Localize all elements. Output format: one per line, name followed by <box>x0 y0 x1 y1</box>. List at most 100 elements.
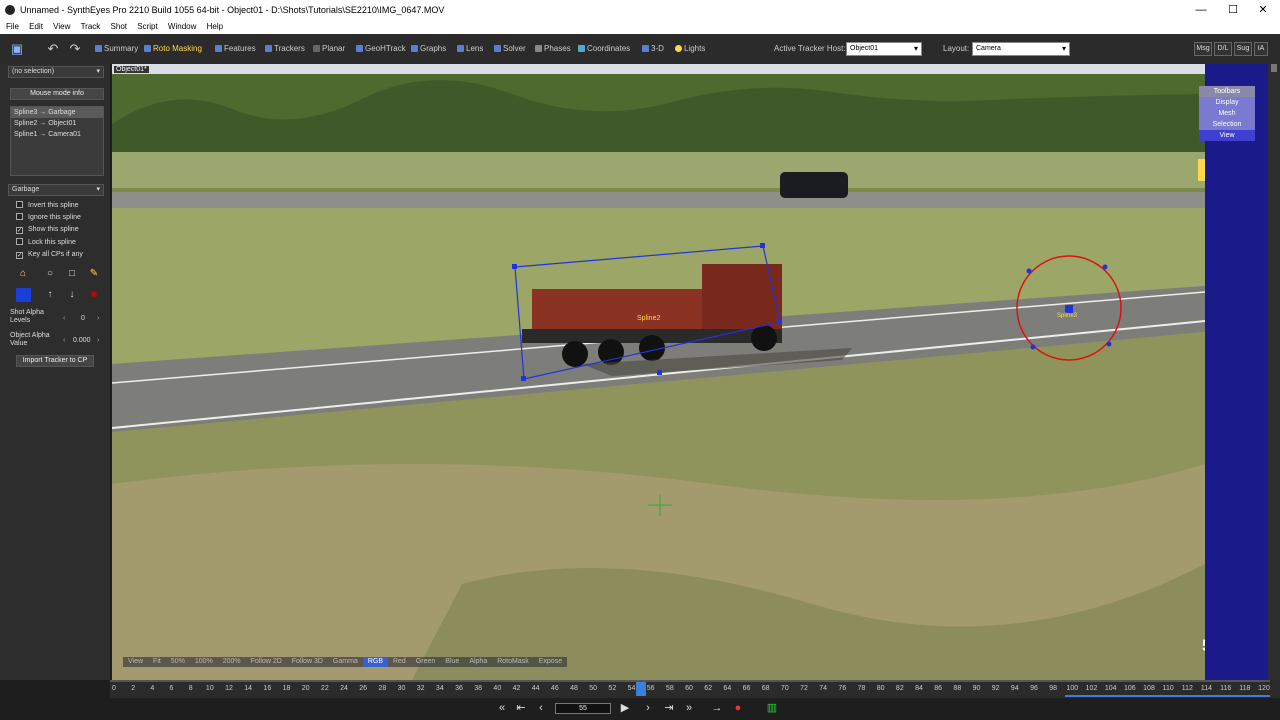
display-menu[interactable]: Display <box>1199 97 1255 108</box>
room-phases[interactable]: Phases <box>535 44 571 53</box>
selection-dropdown[interactable]: (no selection) <box>8 66 104 78</box>
menu-window[interactable]: Window <box>168 20 196 34</box>
zoom-100-button[interactable]: 100% <box>190 657 218 667</box>
layout-select[interactable]: Camera <box>972 42 1070 56</box>
timeline-bar[interactable]: 0 2 4 6 8 10 12 14 16 18 20 22 24 26 28 30 32 34 36 38 40 42 4… <box>110 680 1280 698</box>
wand-icon[interactable]: ✎ <box>88 268 100 280</box>
stepper-right-icon[interactable]: › <box>97 315 99 322</box>
zoom-200-button[interactable]: 200% <box>218 657 246 667</box>
room-summary[interactable]: Summary <box>95 44 138 53</box>
spline-color-swatch[interactable] <box>16 288 31 302</box>
menu-script[interactable]: Script <box>137 20 157 34</box>
green-button[interactable]: Green <box>411 657 440 667</box>
menu-help[interactable]: Help <box>207 20 223 34</box>
stepper-left-icon[interactable]: ‹ <box>63 315 65 322</box>
spline-list-item[interactable]: Spline1 → Camera01 <box>11 129 103 140</box>
playback-direction-icon[interactable]: → <box>710 701 724 715</box>
room-graphs[interactable]: Graphs <box>411 44 446 53</box>
scrollbar-thumb[interactable] <box>1271 64 1277 72</box>
redo-icon[interactable]: ↷ <box>68 42 82 56</box>
menu-shot[interactable]: Shot <box>111 20 127 34</box>
blue-button[interactable]: Blue <box>440 657 464 667</box>
ia-button[interactable]: IA <box>1254 42 1268 56</box>
shot-alpha-levels-value[interactable]: 0 <box>81 315 85 322</box>
checkbox-box[interactable]: ✓ <box>16 227 23 234</box>
menu-view[interactable]: View <box>53 20 70 34</box>
menu-track[interactable]: Track <box>81 20 101 34</box>
box-tool-icon[interactable]: □ <box>66 268 78 280</box>
room-features[interactable]: Features <box>215 44 256 53</box>
checkbox-box[interactable] <box>16 238 23 245</box>
stepper-right-icon[interactable]: › <box>97 337 99 344</box>
step-forward-icon[interactable]: › <box>641 701 655 715</box>
camera-viewport[interactable]: Object01* Spline2 Spline3 55 ViewFit50%1… <box>112 64 1205 680</box>
arrow-up-icon[interactable]: ↑ <box>44 289 56 301</box>
arrow-down-icon[interactable]: ↓ <box>66 289 78 301</box>
spline-list[interactable]: Spline3 → Garbage Spline2 → Object01 Spl… <box>10 106 104 176</box>
spline-list-item[interactable]: Spline3 → Garbage <box>11 107 103 118</box>
save-icon[interactable]: ▣ <box>10 42 24 56</box>
checkbox-box[interactable]: ✓ <box>16 252 23 259</box>
msg-button[interactable]: Msg <box>1194 42 1212 56</box>
room-geohtrack[interactable]: GeoHTrack <box>356 44 406 53</box>
go-start-icon[interactable]: ⇤ <box>514 701 528 715</box>
close-button[interactable]: ✕ <box>1248 2 1278 18</box>
follow-3d-button[interactable]: Follow 3D <box>287 657 328 667</box>
expose-button[interactable]: Expose <box>534 657 567 667</box>
room-lights[interactable]: Lights <box>675 44 705 53</box>
active-tracker-host-select[interactable]: Object01 <box>846 42 922 56</box>
checkbox-box[interactable] <box>16 201 23 208</box>
circle-tool-icon[interactable]: ○ <box>44 268 56 280</box>
show-spline-checkbox[interactable]: ✓ Show this spline <box>16 226 79 234</box>
go-end-icon[interactable]: ⇥ <box>662 701 676 715</box>
rgb-button[interactable]: RGB <box>362 657 388 667</box>
play-icon[interactable]: ▶ <box>618 701 632 715</box>
minimize-button[interactable]: — <box>1186 2 1216 18</box>
fast-forward-icon[interactable]: » <box>682 701 696 715</box>
sug-button[interactable]: Sug <box>1234 42 1252 56</box>
checkbox-box[interactable] <box>16 213 23 220</box>
invert-spline-checkbox[interactable]: Invert this spline <box>16 201 79 209</box>
viewport-scrollbar[interactable] <box>1268 64 1280 680</box>
stepper-left-icon[interactable]: ‹ <box>63 337 65 344</box>
view-button[interactable]: View <box>123 657 148 667</box>
playhead[interactable] <box>636 682 647 696</box>
object-alpha-value[interactable]: 0.000 <box>73 337 91 344</box>
gamma-button[interactable]: Gamma <box>328 657 363 667</box>
step-back-icon[interactable]: ‹ <box>534 701 548 715</box>
menu-edit[interactable]: Edit <box>29 20 43 34</box>
toolbars-menu[interactable]: Toolbars <box>1199 86 1255 97</box>
selection-menu[interactable]: Selection <box>1199 119 1255 130</box>
room-solver[interactable]: Solver <box>494 44 526 53</box>
roto-splines-overlay[interactable] <box>112 64 1205 680</box>
red-button[interactable]: Red <box>388 657 411 667</box>
fit-button[interactable]: Fit <box>148 657 166 667</box>
menu-file[interactable]: File <box>6 20 19 34</box>
alpha-button[interactable]: Alpha <box>464 657 492 667</box>
zoom-50-button[interactable]: 50% <box>166 657 190 667</box>
frame-render-icon[interactable]: ▥ <box>765 701 779 715</box>
mesh-menu[interactable]: Mesh <box>1199 108 1255 119</box>
delete-icon[interactable]: ■ <box>88 289 100 301</box>
current-frame-field[interactable]: 55 <box>555 703 611 714</box>
spline-target-dropdown[interactable]: Garbage <box>8 184 104 196</box>
room-trackers[interactable]: Trackers <box>265 44 305 53</box>
view-menu[interactable]: View <box>1199 130 1255 141</box>
import-tracker-button[interactable]: Import Tracker to CP <box>16 355 94 367</box>
maximize-button[interactable]: ☐ <box>1218 2 1248 18</box>
room-lens[interactable]: Lens <box>457 44 483 53</box>
key-all-cps-checkbox[interactable]: ✓ Key all CPs if any <box>16 251 83 259</box>
room-3d[interactable]: 3-D <box>642 44 664 53</box>
lock-spline-checkbox[interactable]: Lock this spline <box>16 238 76 246</box>
spline-list-item[interactable]: Spline2 → Object01 <box>11 118 103 129</box>
room-coordinates[interactable]: Coordinates <box>578 44 630 53</box>
lasso-icon[interactable]: ⌂ <box>17 268 29 280</box>
room-roto-masking[interactable]: Roto Masking <box>144 44 202 53</box>
follow-2d-button[interactable]: Follow 2D <box>246 657 287 667</box>
rewind-icon[interactable]: « <box>495 701 509 715</box>
record-clock-icon[interactable]: ● <box>731 701 745 715</box>
dl-button[interactable]: D/L <box>1214 42 1232 56</box>
ignore-spline-checkbox[interactable]: Ignore this spline <box>16 213 81 221</box>
rotomask-button[interactable]: RotoMask <box>492 657 534 667</box>
mouse-mode-info-button[interactable]: Mouse mode info <box>10 88 104 100</box>
